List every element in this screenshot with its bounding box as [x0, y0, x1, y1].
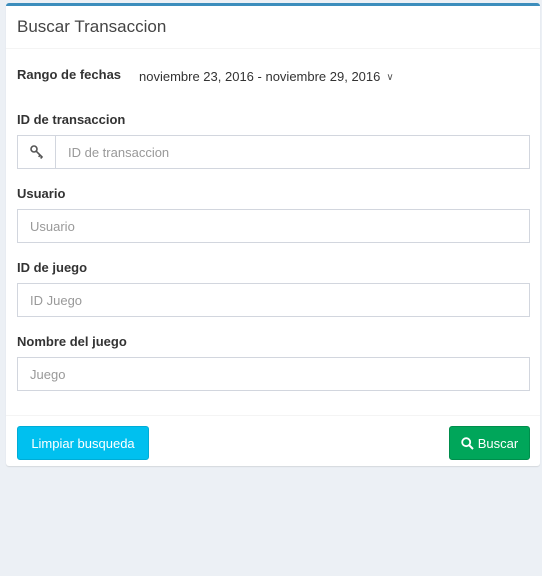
date-range-picker[interactable]: noviembre 23, 2016 - noviembre 29, 2016 ∨ [139, 69, 394, 84]
date-range-value: noviembre 23, 2016 - noviembre 29, 2016 [139, 69, 381, 84]
transaction-id-input[interactable] [55, 135, 530, 169]
game-id-input[interactable] [17, 283, 530, 317]
date-range-label: Rango de fechas [17, 67, 122, 82]
game-id-label: ID de juego [17, 260, 88, 275]
search-icon [461, 436, 474, 450]
game-name-input[interactable] [17, 357, 530, 391]
user-input[interactable] [17, 209, 530, 243]
user-label: Usuario [17, 186, 66, 201]
panel-title: Buscar Transaccion [17, 17, 167, 36]
key-icon [17, 135, 56, 169]
clear-search-button[interactable]: Limpiar busqueda [17, 426, 149, 460]
game-name-label: Nombre del juego [17, 334, 127, 349]
chevron-down-icon: ∨ [386, 72, 394, 83]
date-range-row: Rango de fechas noviembre 23, 2016 - nov… [17, 67, 529, 87]
search-button-label: Buscar [477, 435, 519, 451]
panel-body: Rango de fechas noviembre 23, 2016 - nov… [6, 49, 540, 415]
transaction-id-label: ID de transaccion [17, 112, 126, 127]
search-button[interactable]: Buscar [449, 426, 530, 460]
transaction-id-group [17, 135, 530, 169]
search-transaction-panel: Buscar Transaccion Rango de fechas novie… [6, 3, 540, 466]
panel-header: Buscar Transaccion [6, 6, 540, 49]
panel-footer: Limpiar busqueda Buscar [6, 415, 540, 469]
